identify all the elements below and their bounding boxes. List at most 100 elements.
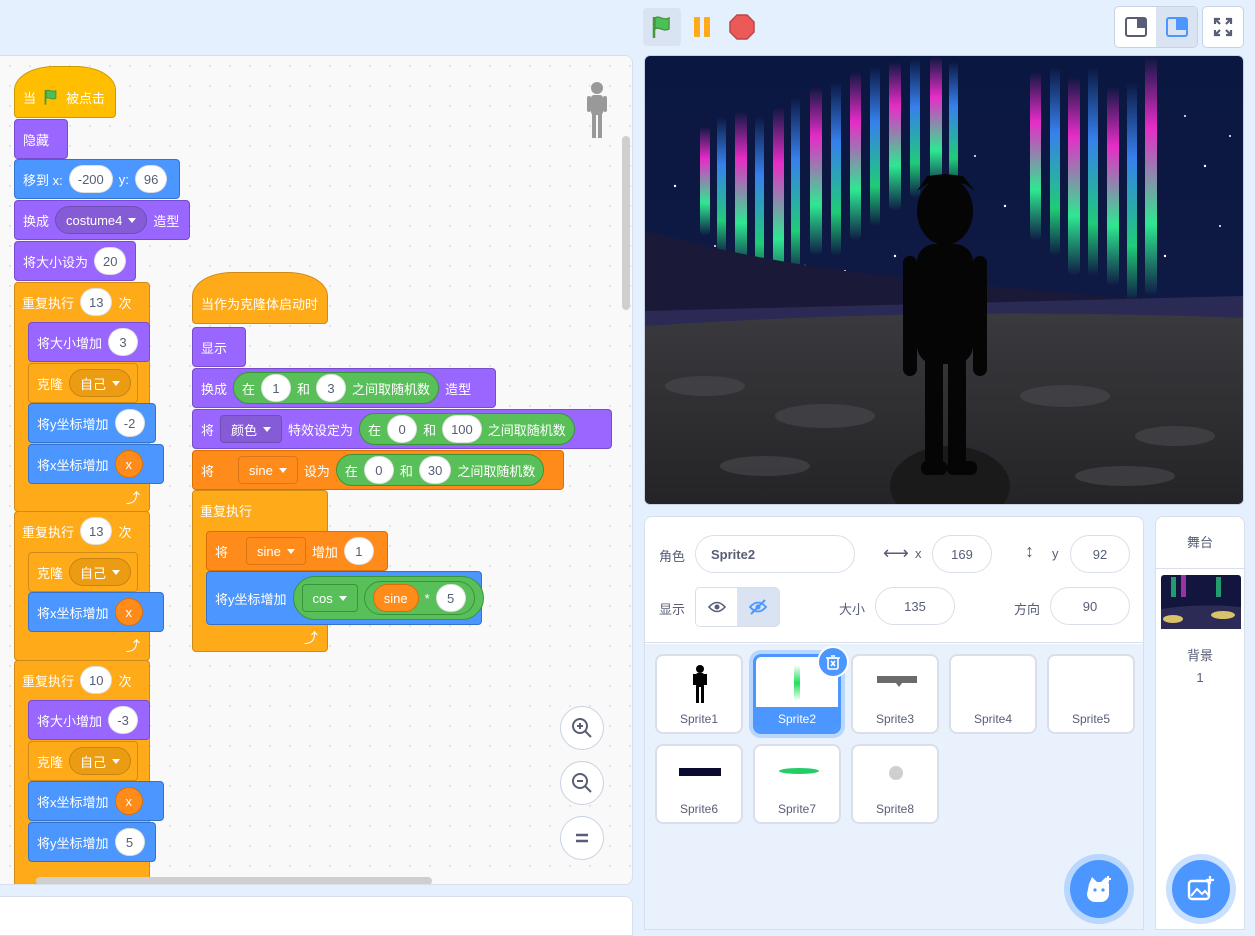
zoom-in-button[interactable]: [560, 706, 604, 750]
set-effect-block[interactable]: 将 颜色 特效设定为 在 0 和 100 之间取随机数: [192, 409, 612, 449]
sprite-tile[interactable]: Sprite5: [1047, 654, 1135, 734]
x-variable-reporter[interactable]: x: [114, 450, 144, 478]
hide-sprite-button[interactable]: [737, 588, 779, 626]
change-value-input[interactable]: 1: [343, 537, 374, 565]
multiply-operator[interactable]: sine * 5: [363, 581, 475, 615]
horizontal-scrollbar[interactable]: [36, 877, 432, 884]
sprite-tile[interactable]: Sprite8: [851, 744, 939, 824]
random-to-input[interactable]: 3: [316, 374, 347, 402]
size-input[interactable]: 20: [94, 247, 127, 275]
effect-dropdown[interactable]: 颜色: [220, 415, 283, 443]
change-size-block[interactable]: 将大小增加 3: [28, 322, 150, 362]
x-variable-reporter[interactable]: x: [114, 598, 144, 626]
variable-dropdown[interactable]: sine: [238, 456, 298, 484]
size-input[interactable]: 135: [875, 587, 955, 625]
random-to-input[interactable]: 30: [418, 456, 452, 484]
large-stage-icon: [1165, 17, 1188, 37]
change-x-block[interactable]: 将x坐标增加 x: [28, 444, 164, 484]
pause-button[interactable]: [683, 8, 721, 46]
change-x-block[interactable]: 将x坐标增加 x: [28, 781, 164, 821]
random-operator[interactable]: 在 0 和 100 之间取随机数: [359, 413, 575, 445]
sprite-tile[interactable]: Sprite6: [655, 744, 743, 824]
clone-target-dropdown[interactable]: 自己: [69, 558, 132, 586]
when-start-as-clone-block[interactable]: 当作为克隆体启动时: [192, 272, 328, 324]
block-text: 被点击: [66, 90, 106, 106]
switch-costume-block[interactable]: 换成 在 1 和 3 之间取随机数 造型: [192, 368, 496, 408]
add-sprite-button[interactable]: [1070, 860, 1128, 918]
zoom-reset-icon: [576, 833, 588, 843]
goto-y-input[interactable]: 96: [134, 165, 168, 193]
sprite-name-input[interactable]: Sprite2: [695, 535, 855, 573]
change-y-input[interactable]: -2: [114, 409, 145, 437]
random-operator[interactable]: 在 0 和 30 之间取随机数: [335, 454, 545, 486]
fullscreen-button[interactable]: [1202, 6, 1244, 48]
sprite-tile[interactable]: Sprite4: [949, 654, 1037, 734]
size-change-input[interactable]: -3: [108, 706, 139, 734]
change-y-block[interactable]: 将y坐标增加 cos sine * 5: [206, 571, 484, 625]
set-size-block[interactable]: 将大小设为 20: [14, 241, 136, 281]
visibility-toggle: [695, 587, 780, 627]
goto-xy-block[interactable]: 移到 x: -200 y: 96: [14, 159, 180, 199]
small-stage-button[interactable]: [1115, 7, 1156, 47]
random-to-input[interactable]: 100: [442, 415, 482, 443]
sprite-tile[interactable]: Sprite1: [655, 654, 743, 734]
repeat-count-input[interactable]: 10: [80, 666, 113, 694]
y-input[interactable]: 92: [1070, 535, 1130, 573]
set-variable-block[interactable]: 将 sine 设为 在 0 和 30 之间取随机数: [192, 450, 564, 490]
delete-sprite-button[interactable]: [817, 646, 849, 678]
create-clone-block[interactable]: 克隆 自己: [28, 741, 138, 781]
green-flag-button[interactable]: [643, 8, 681, 46]
code-area[interactable]: 当 被点击 隐藏 移到 x: -200 y: 96 换成 costume4 造型…: [0, 55, 633, 885]
random-operator[interactable]: 在 1 和 3 之间取随机数: [233, 372, 440, 404]
add-backdrop-button[interactable]: [1172, 860, 1230, 918]
stage-canvas[interactable]: [644, 55, 1244, 505]
zoom-out-button[interactable]: [560, 761, 604, 805]
change-y-block[interactable]: 将y坐标增加 5: [28, 822, 156, 862]
variable-dropdown[interactable]: sine: [246, 537, 306, 565]
backdrop-thumbnail[interactable]: [1161, 575, 1241, 629]
size-change-input[interactable]: 3: [108, 328, 139, 356]
change-x-block[interactable]: 将x坐标增加 x: [28, 592, 164, 632]
costume-dropdown[interactable]: costume4: [55, 206, 148, 234]
x-input[interactable]: 169: [932, 535, 992, 573]
change-y-block[interactable]: 将y坐标增加 -2: [28, 403, 156, 443]
math-function-dropdown[interactable]: cos: [301, 584, 358, 612]
create-clone-block[interactable]: 克隆 自己: [28, 363, 138, 403]
zoom-reset-button[interactable]: [560, 816, 604, 860]
goto-x-input[interactable]: -200: [68, 165, 113, 193]
hide-block[interactable]: 隐藏: [14, 119, 68, 159]
sprite-tile[interactable]: Sprite3: [851, 654, 939, 734]
change-variable-block[interactable]: 将 sine 增加 1: [206, 531, 388, 571]
clone-target-dropdown[interactable]: 自己: [69, 747, 132, 775]
random-from-input[interactable]: 0: [387, 415, 418, 443]
change-size-block[interactable]: 将大小增加 -3: [28, 700, 150, 740]
stage-selector-panel[interactable]: 舞台 背景 1: [1155, 516, 1245, 930]
repeat-count-input[interactable]: 13: [80, 288, 113, 316]
sprite-thumbnail: [779, 768, 819, 774]
chevron-down-icon: [286, 548, 295, 554]
x-variable-reporter[interactable]: x: [114, 787, 144, 815]
sprite-tile[interactable]: Sprite7: [753, 744, 841, 824]
show-sprite-button[interactable]: [696, 588, 737, 626]
backpack-area[interactable]: [0, 896, 633, 936]
y-label: y: [1052, 546, 1059, 561]
multiplier-input[interactable]: 5: [435, 584, 466, 612]
loop-arrow-icon: ⤴: [126, 490, 140, 506]
create-clone-block[interactable]: 克隆 自己: [28, 552, 138, 592]
clone-target-dropdown[interactable]: 自己: [69, 369, 132, 397]
large-stage-button[interactable]: [1156, 7, 1197, 47]
direction-input[interactable]: 90: [1050, 587, 1130, 625]
when-flag-clicked-block[interactable]: 当 被点击: [14, 66, 116, 118]
math-function-operator[interactable]: cos sine * 5: [292, 576, 484, 620]
switch-costume-block[interactable]: 换成 costume4 造型: [14, 200, 190, 240]
block-text: 和: [399, 463, 413, 479]
show-block[interactable]: 显示: [192, 327, 246, 367]
random-from-input[interactable]: 0: [363, 456, 394, 484]
sprite-tile-label: Sprite1: [679, 712, 719, 726]
sine-variable-reporter[interactable]: sine: [372, 584, 419, 612]
stop-button[interactable]: [723, 8, 761, 46]
vertical-scrollbar[interactable]: [622, 136, 630, 310]
repeat-count-input[interactable]: 13: [80, 517, 113, 545]
change-y-input[interactable]: 5: [114, 828, 145, 856]
random-from-input[interactable]: 1: [261, 374, 292, 402]
